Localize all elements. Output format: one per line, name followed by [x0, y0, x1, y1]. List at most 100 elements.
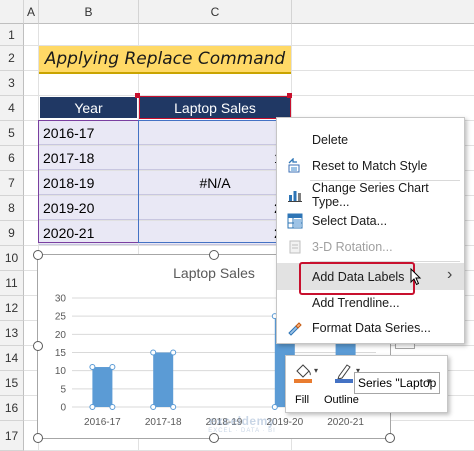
row-number: 13 [4, 326, 19, 340]
row-number: 9 [8, 226, 15, 240]
menu-item-label: Reset to Match Style [312, 158, 428, 173]
banner-title: Applying Replace Command [44, 49, 286, 69]
column-header-c[interactable]: C [139, 0, 292, 24]
bar-selection-point [89, 404, 96, 410]
chart-type-icon [287, 187, 303, 203]
header-laptop-sales[interactable]: Laptop Sales [139, 96, 291, 119]
outline-label: Outline [324, 394, 359, 406]
select-data-icon [287, 213, 303, 229]
row-header[interactable]: 9 [0, 221, 24, 246]
selection-handle[interactable] [135, 93, 140, 98]
column-header-b[interactable]: B [39, 0, 139, 24]
grid-row-line [24, 71, 474, 96]
chart-resize-handle[interactable] [33, 433, 43, 443]
row-header[interactable]: 5 [0, 121, 24, 146]
column-label: B [84, 4, 93, 19]
menu-item-label: Change Series Chart Type... [312, 180, 429, 209]
row-header[interactable]: 7 [0, 171, 24, 196]
menu-item-label: Add Trendline... [312, 295, 400, 310]
row-header[interactable]: 4 [0, 96, 24, 121]
chart-bar[interactable] [92, 367, 113, 407]
header-sales-label: Laptop Sales [174, 99, 256, 116]
row-number: 5 [8, 126, 15, 140]
fill-dropdown-icon[interactable]: ▾ [314, 366, 318, 375]
row-header[interactable]: 8 [0, 196, 24, 221]
menu-item-delete[interactable]: Delete [277, 127, 464, 152]
x-tick-label: 2020-21 [327, 417, 364, 428]
menu-item-add-trendline[interactable]: Add Trendline... [277, 290, 464, 315]
menu-item-select-data[interactable]: Select Data... [277, 208, 464, 233]
row-number: 7 [8, 176, 15, 190]
column-label: A [26, 4, 35, 19]
y-tick-label: 25 [55, 312, 67, 323]
row-header[interactable]: 6 [0, 146, 24, 171]
row-header[interactable]: 14 [0, 346, 24, 371]
rotation-icon [287, 239, 303, 255]
mouse-cursor-icon [410, 267, 422, 289]
y-tick-label: 0 [60, 403, 66, 414]
watermark-tagline: EXCEL · DATA · BI [208, 428, 276, 434]
menu-item-format-data-series[interactable]: Format Data Series... [277, 315, 464, 340]
x-tick-label: 2016-17 [84, 417, 121, 428]
bar-selection-point [150, 349, 157, 356]
menu-item-reset-style[interactable]: Reset to Match Style [277, 153, 464, 178]
watermark-logo: exceldemy EXCEL · DATA · BI [187, 414, 297, 436]
chart-resize-handle[interactable] [385, 433, 395, 443]
menu-item-label: Delete [312, 132, 349, 147]
column-header-a[interactable]: A [24, 0, 39, 24]
column-header-d[interactable] [292, 0, 474, 24]
row-header[interactable]: 10 [0, 246, 24, 271]
column-label: C [210, 4, 220, 19]
x-tick-label: 2017-18 [145, 417, 182, 428]
bar-selection-point [109, 364, 116, 371]
series-select-value: Series "Laptop [358, 376, 437, 390]
row-number: 6 [8, 151, 15, 165]
row-number: 12 [4, 301, 19, 315]
y-tick-label: 5 [60, 384, 66, 395]
submenu-arrow-icon: › [447, 266, 453, 283]
row-number: 4 [8, 101, 15, 115]
row-number: 14 [4, 351, 19, 365]
row-header[interactable]: 17 [0, 421, 24, 451]
row-header[interactable]: 13 [0, 321, 24, 346]
header-year[interactable]: Year [39, 96, 138, 119]
row-header[interactable]: 16 [0, 396, 24, 421]
bar-selection-point [150, 404, 157, 410]
row-header[interactable]: 1 [0, 24, 24, 46]
grid-row-line [24, 24, 474, 46]
row-header[interactable]: 12 [0, 296, 24, 321]
chart-resize-handle[interactable] [33, 341, 43, 351]
y-tick-label: 30 [55, 294, 67, 305]
y-tick-label: 20 [55, 330, 67, 341]
chart-resize-handle[interactable] [209, 250, 219, 260]
row-number: 17 [4, 428, 19, 443]
menu-item-change-chart-type[interactable]: Change Series Chart Type... [277, 180, 464, 209]
watermark-name: exceldemy [209, 414, 275, 428]
series-select[interactable]: Series "Laptop ▾ [354, 372, 440, 394]
bar-selection-point [109, 404, 116, 410]
row-number: 10 [4, 251, 19, 265]
menu-item-label: Select Data... [312, 213, 388, 228]
row-header[interactable]: 15 [0, 371, 24, 396]
row-header[interactable]: 11 [0, 271, 24, 296]
row-number: 3 [8, 76, 15, 90]
bar-selection-point [170, 349, 177, 356]
mini-toolbar: ▾ Fill ▾ Outline Series "Laptop ▾ [285, 355, 448, 413]
selection-handle[interactable] [287, 93, 292, 98]
fill-button[interactable]: ▾ Fill [289, 360, 319, 408]
row-number: 15 [4, 376, 19, 390]
header-year-label: Year [74, 99, 103, 116]
select-all-corner[interactable] [0, 0, 24, 24]
chart-resize-handle[interactable] [33, 250, 43, 260]
pen-outline-icon [334, 362, 354, 387]
row-number: 11 [5, 276, 18, 290]
chart-bar[interactable] [153, 352, 174, 408]
row-number: 2 [8, 51, 15, 65]
bar-selection-point [89, 364, 96, 371]
row-header[interactable]: 3 [0, 71, 24, 96]
bar-selection-point [170, 404, 177, 410]
row-header[interactable]: 2 [0, 46, 24, 71]
context-menu: Delete Reset to Match Style Change Serie… [276, 117, 465, 344]
fill-label: Fill [295, 394, 310, 406]
page-title-banner[interactable]: Applying Replace Command [39, 46, 291, 74]
